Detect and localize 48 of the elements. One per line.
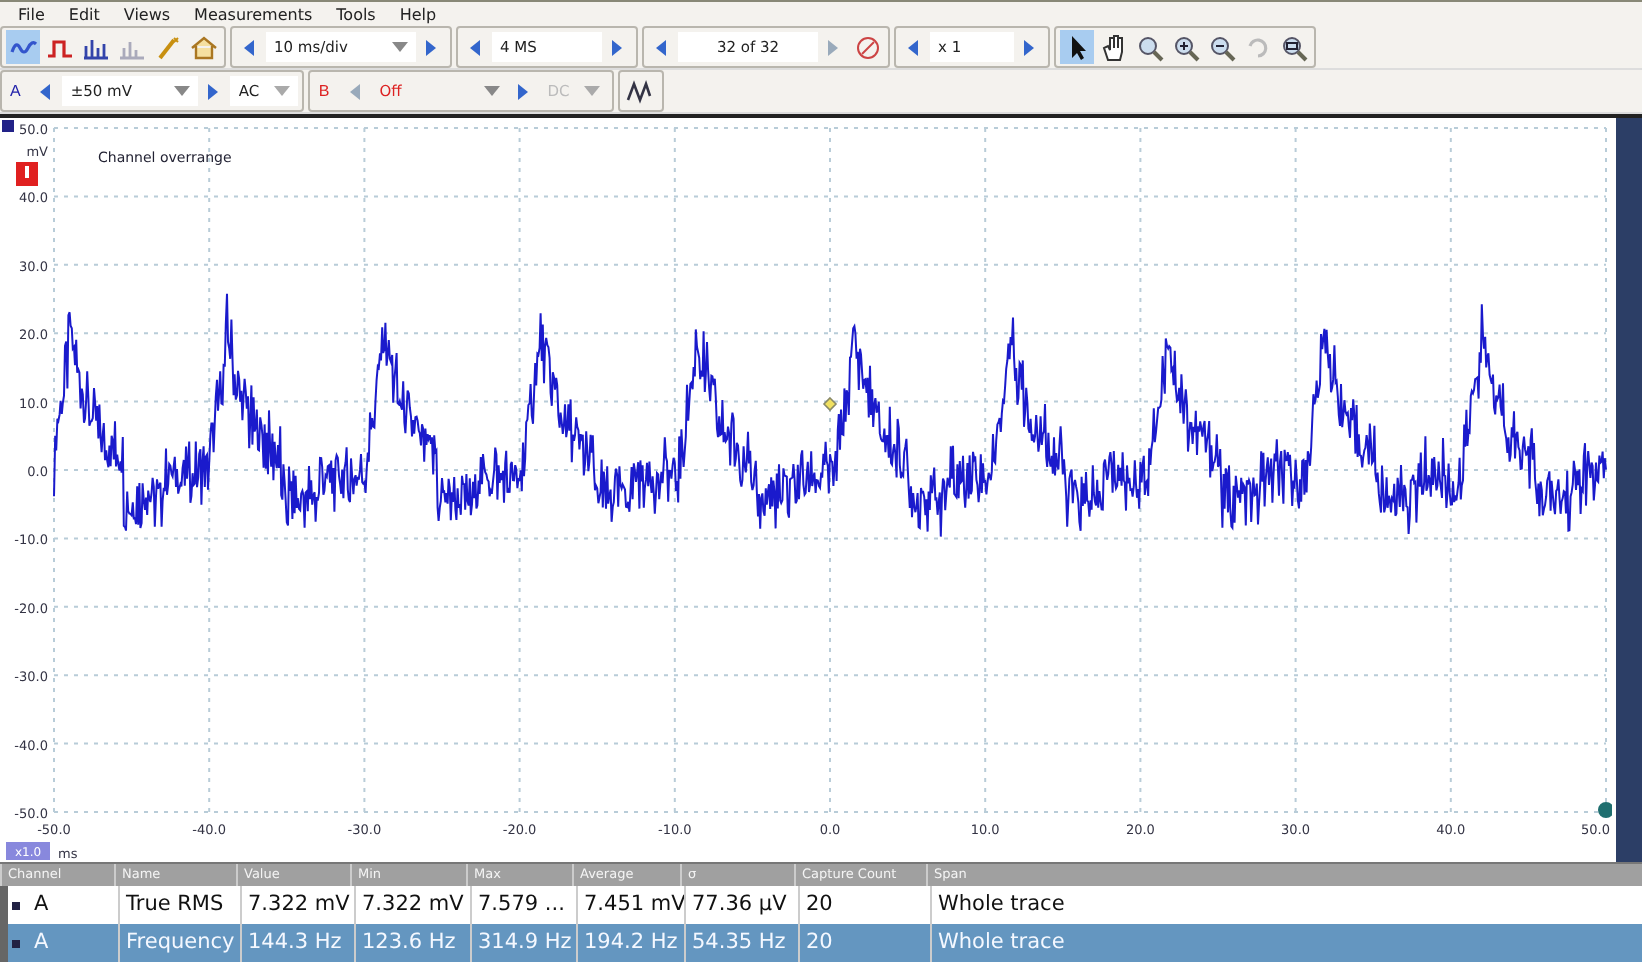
- left-arrow-icon[interactable]: [908, 39, 920, 55]
- table-cell: 123.6 Hz: [354, 924, 470, 962]
- row-marker-icon: [12, 901, 20, 909]
- channel-button[interactable]: A: [6, 75, 31, 107]
- left-arrow-icon[interactable]: [656, 39, 668, 55]
- scrollbar[interactable]: [1616, 118, 1642, 862]
- caret-icon: [274, 86, 291, 96]
- table-cell: 314.9 Hz: [470, 924, 576, 962]
- overrange-icon: [16, 162, 38, 186]
- caret-icon: [174, 86, 191, 96]
- caret-icon: [583, 86, 600, 96]
- menu-item[interactable]: Edit: [68, 5, 100, 23]
- trigger-marker-icon[interactable]: [822, 396, 838, 412]
- home-icon[interactable]: [189, 35, 217, 59]
- table-cell: Whole trace: [930, 924, 1616, 962]
- menu-item[interactable]: Help: [399, 5, 437, 23]
- table-cell: 54.35 Hz: [684, 924, 798, 962]
- left-arrow-icon[interactable]: [244, 39, 256, 55]
- menu-item[interactable]: File: [18, 5, 45, 23]
- ruler-handle-icon[interactable]: [1598, 802, 1612, 818]
- signal-generator-icon[interactable]: [626, 79, 655, 103]
- table-cell-text: A: [32, 928, 51, 958]
- table-cell: 20: [798, 924, 930, 962]
- right-arrow-icon[interactable]: [612, 39, 624, 55]
- left-arrow-icon[interactable]: [470, 39, 482, 55]
- table-cell: 194.2 Hz: [576, 924, 684, 962]
- row-marker-icon: [12, 939, 20, 947]
- table-cell: Frequency: [118, 924, 240, 962]
- table-cell: 144.3 Hz: [240, 924, 354, 962]
- right-arrow-icon[interactable]: [1024, 39, 1036, 55]
- menu-item[interactable]: Measurements: [194, 5, 313, 23]
- pulse-icon[interactable]: [45, 35, 73, 59]
- caret-icon: [392, 42, 408, 52]
- pointer-icon[interactable]: [1060, 30, 1094, 64]
- left-arrow-icon[interactable]: [40, 83, 53, 99]
- scope-view-button[interactable]: [6, 30, 40, 64]
- right-arrow-icon[interactable]: [208, 83, 221, 99]
- x-zoom-badge: [6, 842, 50, 860]
- spectrum-icon[interactable]: [81, 35, 109, 59]
- menu-item[interactable]: Views: [123, 5, 171, 23]
- wave-icon: [9, 35, 37, 59]
- caret-icon: [483, 86, 500, 96]
- table-cell-text: A: [32, 890, 51, 920]
- right-arrow-icon[interactable]: [517, 83, 530, 99]
- wand-icon[interactable]: [153, 35, 181, 59]
- channel-marker-icon: [2, 120, 14, 132]
- right-arrow-icon[interactable]: [426, 39, 438, 55]
- menu-item[interactable]: Tools: [336, 5, 376, 23]
